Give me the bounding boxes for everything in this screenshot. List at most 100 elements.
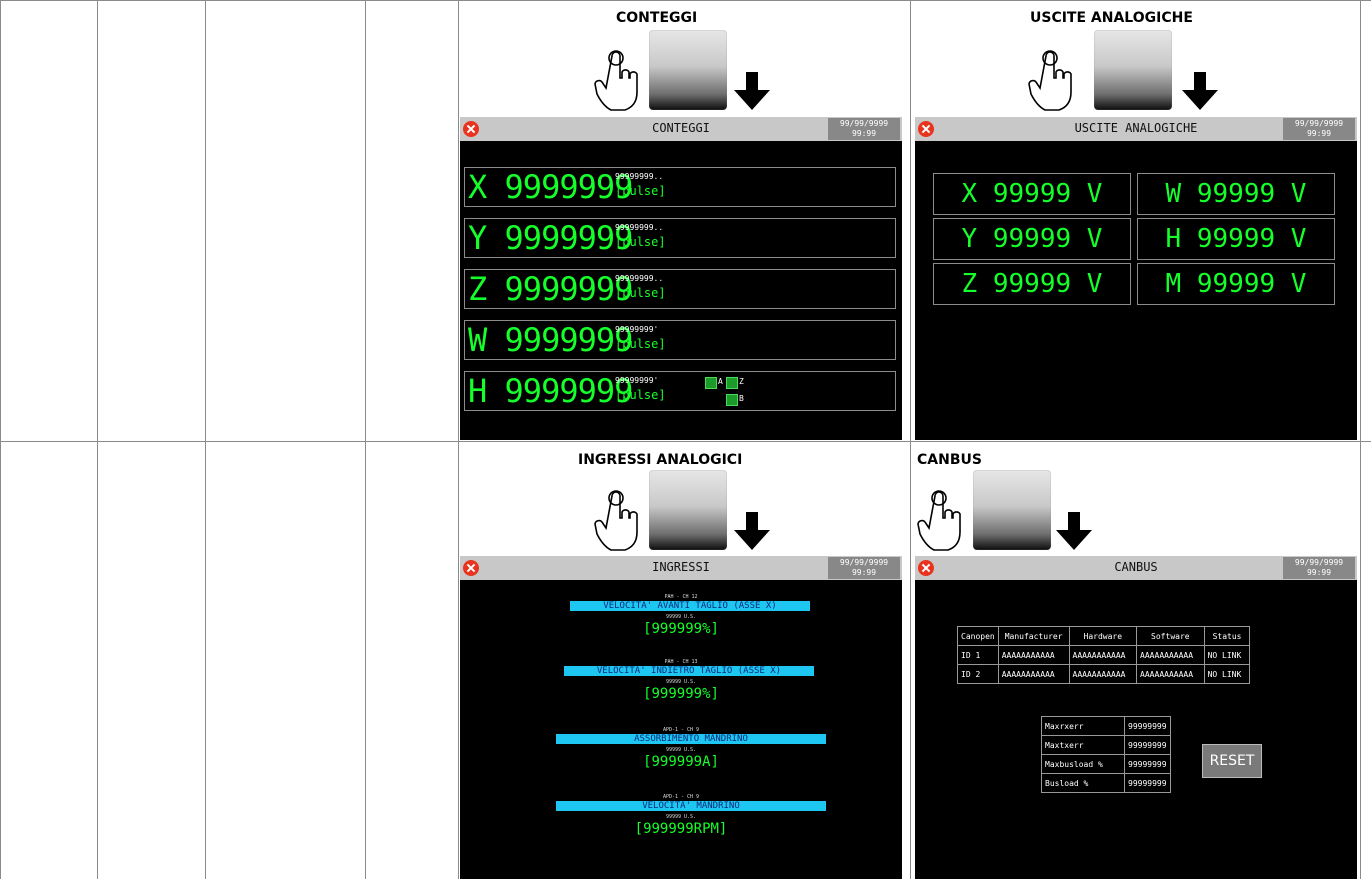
datetime-box: 99/99/9999 99:99 [828,118,900,140]
table-header: Canopen [957,626,999,646]
input-label: VELOCITA' AVANTI TAGLIO (ASSE X) [570,601,810,611]
time: 99:99 [851,129,877,138]
stat-label: Maxtxerr [1041,735,1125,755]
counter-value: W 9999999 [468,321,633,359]
counter-small: 99999999.. [615,274,664,283]
cell-uscite-analogiche: USCITE ANALOGICHE USCITE ANALOGICHE 99/9… [911,0,1360,441]
led-b-indicator [726,394,738,406]
led-z-label: Z [739,377,744,386]
screen-titlebar: CONTEGGI 99/99/9999 99:99 [460,117,902,141]
counter-row: Z 9999999 99999999.. [pulse] [464,269,896,309]
hand-pointer-icon [917,490,961,551]
table-header: Hardware [1068,626,1138,646]
button-preview-image [649,470,727,550]
button-preview-image [649,30,727,110]
input-label: ASSORBIMENTO MANDRINO [556,734,826,744]
counter-value: H 9999999 [468,372,633,410]
table-cell: ID 1 [957,645,999,665]
counter-unit: [pulse] [615,235,666,249]
datetime-box: 99/99/9999 99:99 [1283,118,1355,140]
cell-ingressi-analogici: INGRESSI ANALOGICI INGRESSI 99/99/9999 9… [459,442,910,879]
screen-uscite-analogiche: USCITE ANALOGICHE 99/99/9999 99:99 X 999… [915,117,1357,440]
counter-small: 99999999' [615,325,659,334]
button-preview-image [973,470,1051,550]
table-cell: AAAAAAAAAAA [1136,664,1205,684]
arrow-down-icon [734,512,770,550]
counter-value: X 9999999 [468,168,633,206]
grid-line [365,0,366,879]
counter-unit: [pulse] [615,388,666,402]
table-cell: ID 2 [957,664,999,684]
screen-titlebar: USCITE ANALOGICHE 99/99/9999 99:99 [915,117,1357,141]
input-label: VELOCITA' INDIETRO TAGLIO (ASSE X) [564,666,814,676]
arrow-down-icon [734,72,770,110]
analog-output-value: H 99999 V [1137,218,1335,260]
hand-pointer-icon [594,50,638,111]
analog-output-value: M 99999 V [1137,263,1335,305]
time: 99:99 [1306,568,1332,577]
led-b-label: B [739,394,744,403]
heading-ingressi-analogici: INGRESSI ANALOGICI [578,452,743,468]
counter-row: H 9999999 99999999' [pulse] A Z B [464,371,896,411]
heading-canbus: CANBUS [917,452,982,468]
input-value: [999999%] [643,686,719,702]
datetime-box: 99/99/9999 99:99 [828,557,900,579]
table-row: ID 2 AAAAAAAAAAA AAAAAAAAAAA AAAAAAAAAAA… [957,664,1251,684]
input-value: [999999A] [643,754,719,770]
analog-output-value: X 99999 V [933,173,1131,215]
table-cell: AAAAAAAAAAA [1068,664,1138,684]
grid-line [1360,0,1361,879]
input-label: VELOCITA' MANDRINO [556,801,826,811]
table-row: ID 1 AAAAAAAAAAA AAAAAAAAAAA AAAAAAAAAAA… [957,645,1251,665]
table-cell: NO LINK [1203,645,1251,665]
table-header: Manufacturer [997,626,1070,646]
led-a-indicator [705,377,717,389]
input-channel-tag: APD-1 - CH 9 [662,727,700,733]
input-range: 99999 U.S. [665,747,697,753]
date: 99/99/9999 [1294,558,1344,567]
input-range: 99999 U.S. [665,679,697,685]
table-cell: AAAAAAAAAAA [997,645,1070,665]
input-range: 99999 U.S. [665,814,697,820]
input-value: [999999%] [643,621,719,637]
counter-row: X 9999999 99999999.. [pulse] [464,167,896,207]
input-value: [999999RPM] [634,821,728,837]
datetime-box: 99/99/9999 99:99 [1283,557,1355,579]
heading-uscite-analogiche: USCITE ANALOGICHE [1030,10,1193,26]
stat-label: Maxbusload % [1041,754,1125,774]
date: 99/99/9999 [839,558,889,567]
table-cell: AAAAAAAAAAA [997,664,1070,684]
hand-pointer-icon [594,490,638,551]
screen-ingressi: INGRESSI 99/99/9999 99:99 PAH - CH 12 VE… [460,556,902,879]
counter-unit: [pulse] [615,184,666,198]
screen-titlebar: INGRESSI 99/99/9999 99:99 [460,556,902,580]
cell-conteggi: CONTEGGI CONTEGGI 99/99/9999 99:99 X 999… [459,0,910,441]
analog-output-value: Z 99999 V [933,263,1131,305]
counter-unit: [pulse] [615,337,666,351]
table-header-row: Canopen Manufacturer Hardware Software S… [957,626,1251,646]
table-row: Maxbusload % 99999999 [1041,754,1171,774]
analog-output-value: W 99999 V [1137,173,1335,215]
screen-titlebar: CANBUS 99/99/9999 99:99 [915,556,1357,580]
time: 99:99 [851,568,877,577]
analog-output-value: Y 99999 V [933,218,1131,260]
counter-row: W 9999999 99999999' [pulse] [464,320,896,360]
led-a-label: A [718,377,723,386]
table-cell: NO LINK [1203,664,1251,684]
table-row: Maxrxerr 99999999 [1041,716,1171,736]
canopen-table: Canopen Manufacturer Hardware Software S… [957,626,1251,684]
table-header: Software [1136,626,1205,646]
table-cell: AAAAAAAAAAA [1068,645,1138,665]
reset-button[interactable]: RESET [1202,744,1262,778]
input-channel-tag: PAH - CH 12 [664,594,698,600]
grid-line [0,0,1,879]
arrow-down-icon [1182,72,1218,110]
time: 99:99 [1306,129,1332,138]
screen-conteggi: CONTEGGI 99/99/9999 99:99 X 9999999 9999… [460,117,902,440]
table-header: Status [1203,626,1251,646]
counter-small: 99999999' [615,376,659,385]
stat-label: Busload % [1041,773,1125,793]
date: 99/99/9999 [839,119,889,128]
heading-conteggi: CONTEGGI [616,10,698,26]
arrow-down-icon [1056,512,1092,550]
